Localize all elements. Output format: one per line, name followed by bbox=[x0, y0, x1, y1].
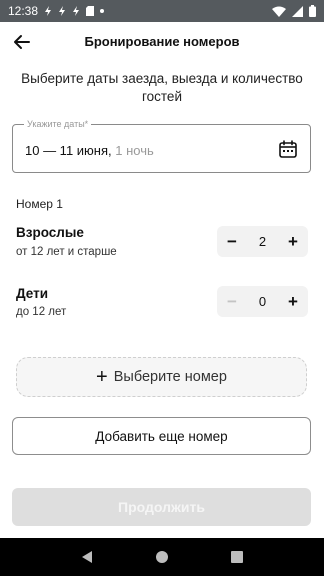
dot-icon bbox=[100, 9, 105, 13]
adults-label: Взрослые bbox=[16, 225, 84, 240]
status-left: 12:38 bbox=[8, 4, 105, 18]
children-age-hint: до 12 лет bbox=[16, 306, 67, 318]
nav-home-button[interactable] bbox=[152, 547, 172, 567]
select-room-label: Выберите номер bbox=[113, 369, 227, 385]
instructions-text: Выберите даты заезда, выезда и количеств… bbox=[21, 71, 303, 104]
children-count: 0 bbox=[258, 294, 267, 309]
adults-decrement-button[interactable]: − bbox=[217, 226, 247, 257]
adults-stepper: − 2 + bbox=[217, 226, 308, 257]
page-title: Бронирование номеров bbox=[84, 34, 240, 49]
continue-button[interactable]: Продолжить bbox=[12, 488, 311, 526]
date-range-text: 10 — 11 июня, bbox=[25, 143, 112, 158]
notification-icon bbox=[73, 6, 80, 16]
app-bar: Бронирование номеров bbox=[0, 22, 324, 62]
adults-age-hint: от 12 лет и старше bbox=[16, 246, 117, 258]
signal-icon bbox=[292, 5, 303, 17]
nights-count: 1 ночь bbox=[115, 143, 154, 158]
system-nav-bar bbox=[0, 538, 324, 576]
children-increment-button[interactable]: + bbox=[278, 286, 308, 317]
nav-back-button[interactable] bbox=[77, 547, 97, 567]
notification-icon bbox=[45, 6, 52, 16]
plus-icon: + bbox=[96, 366, 108, 388]
children-label: Дети bbox=[16, 286, 49, 301]
add-room-button[interactable]: Добавить еще номер bbox=[12, 417, 311, 455]
status-right bbox=[272, 5, 316, 17]
date-field-label: Укажите даты* bbox=[24, 119, 92, 129]
nav-recents-button[interactable] bbox=[227, 547, 247, 567]
battery-icon bbox=[309, 5, 316, 17]
nav-home-icon bbox=[155, 551, 168, 563]
notification-icon bbox=[59, 6, 66, 16]
select-room-button[interactable]: + Выберите номер bbox=[16, 357, 307, 397]
adults-count: 2 bbox=[258, 234, 267, 249]
adults-increment-button[interactable]: + bbox=[278, 226, 308, 257]
calendar-icon[interactable] bbox=[278, 139, 298, 159]
status-time: 12:38 bbox=[8, 4, 39, 18]
status-bar: 12:38 bbox=[0, 0, 324, 22]
sd-card-icon bbox=[86, 6, 95, 16]
children-decrement-button[interactable]: − bbox=[217, 286, 247, 317]
room-title: Номер 1 bbox=[16, 197, 63, 211]
children-stepper: − 0 + bbox=[217, 286, 308, 317]
date-field-value: 10 — 11 июня, 1 ночь bbox=[25, 143, 154, 158]
nav-recents-icon bbox=[230, 551, 243, 563]
date-range-field[interactable]: Укажите даты* 10 — 11 июня, 1 ночь bbox=[12, 119, 311, 173]
wifi-icon bbox=[272, 6, 286, 17]
nav-back-icon bbox=[82, 551, 93, 563]
